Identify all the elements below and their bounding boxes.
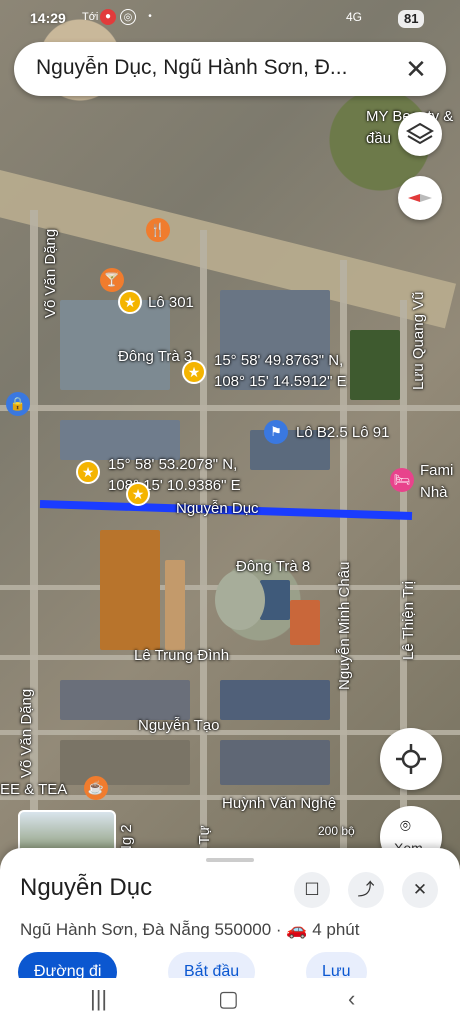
status-small-text: Tới [82, 11, 99, 23]
scale-bar-label: 200 bộ [318, 824, 355, 838]
directions-label: Đường đi [34, 963, 102, 978]
star-marker-nguyen-duc[interactable]: ★ [126, 482, 150, 506]
directions-button[interactable]: Đường đi [18, 952, 118, 978]
place-subtitle: Ngũ Hành Sơn, Đà Nẵng 550000 · 🚗 4 phút [20, 920, 360, 939]
sheet-drag-handle[interactable] [206, 858, 254, 862]
compass-icon [408, 194, 432, 202]
street-label-le-trung-dinh: Lê Trung Đình [134, 647, 230, 664]
bar-icon[interactable]: 🍸 [100, 268, 124, 292]
save-button[interactable]: Lưu [306, 952, 367, 978]
search-query[interactable]: Nguyễn Dục, Ngũ Hành Sơn, Đ... [36, 56, 396, 80]
street-label-vo-van-dang: Võ Văn Dặng [42, 228, 59, 318]
star-marker-coord-2[interactable]: ★ [76, 460, 100, 484]
place-label-my-beauty-2: đầu [366, 130, 392, 147]
place-label-lo-b25: Lô B2.5 Lô 91 [296, 424, 390, 441]
system-nav-bar: ||| ▢ ‹ [0, 978, 460, 1024]
status-bar: 14:29 Tới ● ◎ • 4G 81 [0, 0, 460, 36]
compass-button[interactable] [398, 176, 442, 220]
restaurant-icon[interactable]: 🍴 [146, 218, 170, 242]
bookmark-icon[interactable]: ☐ [294, 872, 330, 908]
street-label-dong-tra-3: Đông Trà 3 [118, 348, 193, 365]
flag-marker-icon[interactable]: ⚑ [264, 420, 288, 444]
street-label-vo-van-dang-2: Võ Văn Dặng [18, 688, 35, 778]
street-label-huynh-van-nghe: Huỳnh Văn Nghệ [222, 795, 337, 812]
layers-icon [406, 122, 434, 145]
coord-label-1-lng: 108° 15' 14.5912" E [214, 373, 347, 390]
recent-apps-icon[interactable]: ||| [90, 986, 107, 1012]
street-label-dong-tra-8: Đông Trà 8 [236, 558, 311, 575]
street-label-nguyen-tao: Nguyễn Tạo [138, 717, 220, 734]
dot-icon: • [148, 11, 152, 22]
street-label-le-thien-tri: Lê Thiện Trị [400, 581, 417, 660]
notification-icon: ● [100, 9, 116, 25]
place-label-family-2: Nhà [420, 484, 448, 501]
battery-indicator: 81 [398, 10, 425, 28]
place-bottom-sheet[interactable]: Nguyễn Dục ☐ ⤴ ✕ Ngũ Hành Sơn, Đà Nẵng 5… [0, 848, 460, 978]
status-time: 14:29 [30, 10, 66, 26]
back-icon[interactable]: ‹ [348, 986, 355, 1012]
coord-label-2-lat: 15° 58' 53.2078" N, [108, 456, 238, 473]
street-label-luu-quang-vu: Lưu Quang Vũ [410, 291, 427, 390]
my-location-icon [396, 744, 426, 774]
place-label-lo-301: Lô 301 [148, 294, 194, 311]
star-marker-lo-301[interactable]: ★ [118, 290, 142, 314]
hotel-icon[interactable]: 🛏 [390, 468, 414, 492]
layers-button[interactable] [398, 112, 442, 156]
home-icon[interactable]: ▢ [218, 986, 239, 1012]
share-icon[interactable]: ⤴ [348, 872, 384, 908]
cafe-icon[interactable]: ☕ [84, 776, 108, 800]
start-button[interactable]: Bắt đầu [168, 952, 256, 978]
coord-label-1-lat: 15° 58' 49.8763" N, [214, 352, 344, 369]
lock-icon[interactable]: 🔒 [6, 392, 30, 416]
camera-icon: ⌾ [400, 816, 411, 836]
start-label: Bắt đầu [184, 963, 240, 978]
place-title: Nguyễn Dục [20, 874, 153, 901]
app-notification-icon: ◎ [120, 9, 136, 25]
network-label: 4G [346, 10, 363, 24]
place-label-ee-tea: EE & TEA [0, 781, 68, 798]
my-location-button[interactable] [380, 728, 442, 790]
save-label: Lưu [322, 963, 351, 978]
search-bar[interactable]: Nguyễn Dục, Ngũ Hành Sơn, Đ... ✕ [14, 42, 446, 96]
place-label-family: Fami [420, 462, 454, 479]
star-marker-coord-1[interactable]: ★ [182, 360, 206, 384]
close-icon[interactable]: ✕ [400, 53, 432, 85]
close-sheet-icon[interactable]: ✕ [402, 872, 438, 908]
street-label-nguyen-duc: Nguyễn Dục [176, 500, 259, 517]
street-label-nguyen-minh-chau: Nguyễn Minh Châu [336, 561, 353, 690]
